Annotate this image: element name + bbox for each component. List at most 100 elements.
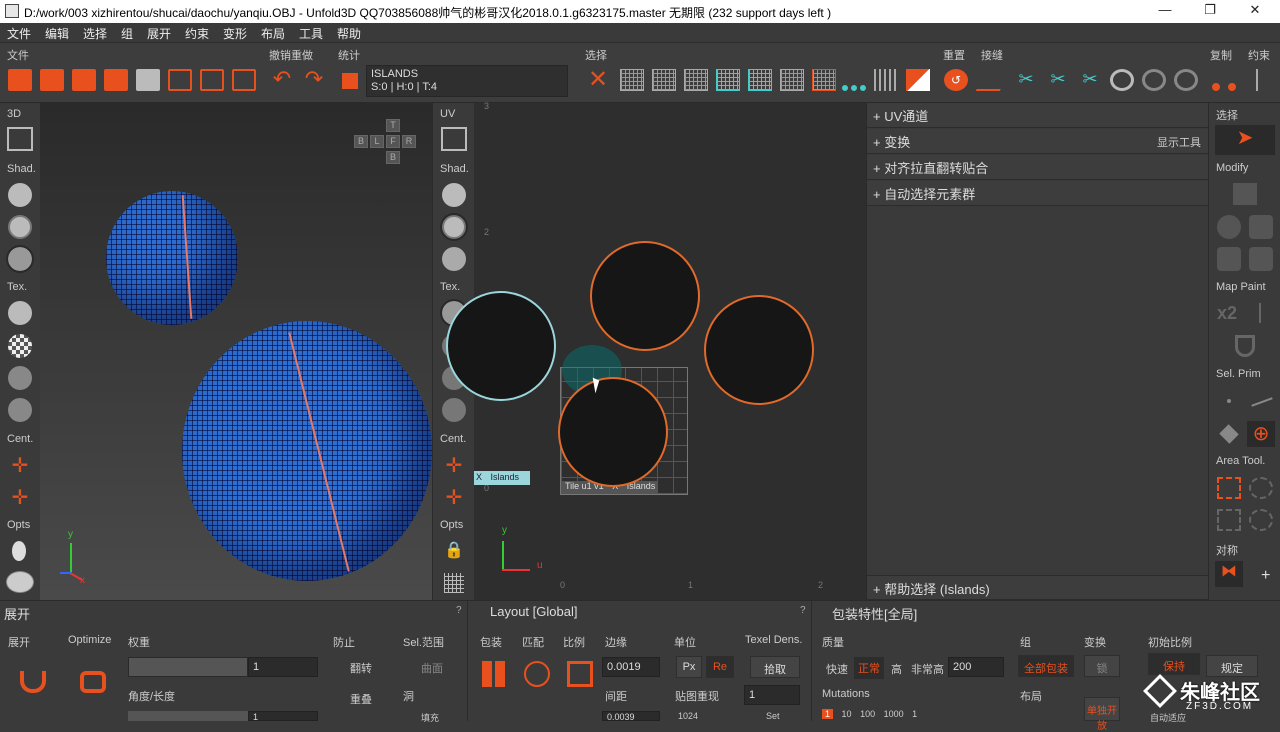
uv-center-selection-icon[interactable]: ✛ [442, 485, 466, 509]
shade-solid-icon[interactable] [8, 183, 32, 207]
select-overlap-icon[interactable] [906, 69, 930, 91]
flip-label[interactable]: 翻转 [350, 660, 372, 676]
unit-re-button[interactable]: Re [706, 656, 734, 678]
menu-file[interactable]: 文件 [7, 25, 31, 42]
export-uv-icon[interactable] [200, 69, 224, 91]
x2-icon[interactable]: x2 [1217, 303, 1237, 324]
pin-icon[interactable] [1256, 69, 1266, 91]
uv-shade-solid-icon[interactable] [442, 183, 466, 207]
quality-normal[interactable]: 正常 [854, 657, 884, 679]
auto-seam-icon[interactable] [1110, 69, 1134, 91]
match-icon[interactable] [524, 661, 550, 687]
snapshot-icon[interactable] [136, 69, 160, 91]
center-icon[interactable]: ✛ [8, 453, 32, 477]
unfold-icon[interactable] [20, 671, 46, 693]
ratio-icon[interactable] [567, 661, 593, 687]
menu-constrain[interactable]: 约束 [185, 25, 209, 42]
menu-help[interactable]: 帮助 [337, 25, 361, 42]
uv-island[interactable] [590, 241, 700, 351]
grid-icon[interactable] [444, 573, 464, 593]
section-help-select[interactable]: + 帮助选择 (Islands) [867, 575, 1209, 600]
symmetry-icon[interactable]: ⧓ [1215, 561, 1243, 587]
select-cursor-icon[interactable]: ➤ [1215, 125, 1275, 155]
weight-slider[interactable] [128, 657, 248, 677]
edge-icon[interactable] [1251, 397, 1273, 407]
section-uv-channel[interactable]: + UV通道 [867, 103, 1209, 128]
help-icon[interactable]: ? [800, 605, 806, 616]
mutation-val[interactable]: 1 [912, 709, 917, 719]
select-grow-icon[interactable] [684, 69, 708, 91]
add-icon[interactable]: + [1261, 567, 1270, 585]
mutations-scale[interactable]: 1 10 100 1000 1 [822, 709, 1002, 721]
auto-fit-label[interactable]: 自动适应 [1150, 711, 1186, 724]
center-selection-icon[interactable]: ✛ [8, 485, 32, 509]
viewport-3d[interactable]: T B L F R B y x [40, 103, 432, 600]
rect-select-icon[interactable] [1217, 477, 1241, 499]
uv-shade-wire-icon[interactable] [440, 213, 468, 241]
sphere-large-mesh[interactable] [182, 321, 432, 581]
ground-plane-icon[interactable] [6, 571, 34, 593]
section-auto-select[interactable]: + 自动选择元素群 [867, 181, 1209, 206]
face-icon[interactable] [1219, 424, 1239, 444]
optimize-icon[interactable] [80, 671, 106, 693]
paint-select-icon[interactable] [1249, 509, 1273, 531]
tex-dim-icon[interactable] [8, 398, 32, 422]
viewcube-bottom[interactable]: B [386, 151, 400, 164]
menu-edit[interactable]: 编辑 [45, 25, 69, 42]
tex-none-icon[interactable] [8, 301, 32, 325]
relax-icon[interactable] [1233, 183, 1257, 205]
select-shrink-icon[interactable] [716, 69, 740, 91]
island-icon[interactable]: ⊕ [1247, 421, 1275, 447]
lasso-select-icon[interactable] [1249, 477, 1273, 499]
viewcube-top[interactable]: T [386, 119, 400, 132]
sphere-small-mesh[interactable] [106, 191, 238, 325]
show-tools-label[interactable]: 显示工具 [1157, 134, 1201, 150]
menu-tools[interactable]: 工具 [299, 25, 323, 42]
section-transform[interactable]: + 变换 显示工具 [867, 129, 1209, 154]
seam-loop-icon[interactable] [1142, 69, 1166, 91]
export-icon[interactable] [168, 69, 192, 91]
maximize-button[interactable]: ❐ [1195, 2, 1225, 20]
viewcube-right[interactable]: R [402, 135, 416, 148]
all-pack-button[interactable]: 全部包装 [1018, 655, 1074, 677]
undo-icon[interactable]: ↶ [270, 68, 294, 91]
shade-both-icon[interactable] [6, 245, 34, 273]
lock-icon[interactable]: 🔒 [444, 540, 464, 560]
seam-icon[interactable]: ✂ [1046, 69, 1070, 91]
poly-select-icon[interactable] [1217, 509, 1241, 531]
select-border-icon[interactable] [812, 69, 836, 91]
menu-deform[interactable]: 变形 [223, 25, 247, 42]
shade-wire-icon[interactable] [8, 215, 32, 239]
fill-label[interactable]: 填充 [421, 711, 439, 724]
uv-island-selected[interactable] [446, 291, 556, 401]
uv-center-icon[interactable]: ✛ [442, 453, 466, 477]
repeat-input[interactable]: 1 [744, 685, 800, 705]
import-icon[interactable] [40, 69, 64, 91]
save-icon[interactable] [72, 69, 96, 91]
deselect-icon[interactable]: ✕ [586, 68, 610, 92]
select-tree-icon[interactable] [842, 69, 866, 91]
viewport-uv[interactable]: 3 2 1 0 0 1 2 Tile u1 v1 X Islands X Isl… [446, 101, 866, 600]
select-columns-icon[interactable] [874, 69, 898, 91]
hole-label[interactable]: 洞 [403, 688, 414, 704]
tex-gray-icon[interactable] [8, 366, 32, 390]
lock-button[interactable]: 锁 [1084, 655, 1120, 677]
keep-button[interactable]: 保持 [1148, 653, 1200, 675]
frame-icon[interactable] [7, 127, 33, 151]
surface-label[interactable]: 曲面 [421, 660, 443, 676]
cut-icon[interactable] [975, 69, 1013, 91]
menu-select[interactable]: 选择 [83, 25, 107, 42]
unseam-icon[interactable]: ✂ [1078, 69, 1102, 91]
quality-input[interactable]: 200 [948, 657, 1004, 677]
close-button[interactable]: ✕ [1240, 2, 1270, 20]
save-as-icon[interactable] [104, 69, 128, 91]
pick-button[interactable]: 拾取 [750, 656, 800, 678]
menu-group[interactable]: 组 [121, 25, 133, 42]
minimize-button[interactable]: — [1150, 2, 1180, 20]
help-icon[interactable]: ? [456, 605, 462, 616]
sphere-tool-icon[interactable] [1217, 215, 1241, 239]
frame-uv-icon[interactable] [441, 127, 467, 151]
mutation-val[interactable]: 1 [822, 709, 834, 719]
menu-layout[interactable]: 布局 [261, 25, 285, 42]
uv-tex-dim-icon[interactable] [442, 398, 466, 422]
